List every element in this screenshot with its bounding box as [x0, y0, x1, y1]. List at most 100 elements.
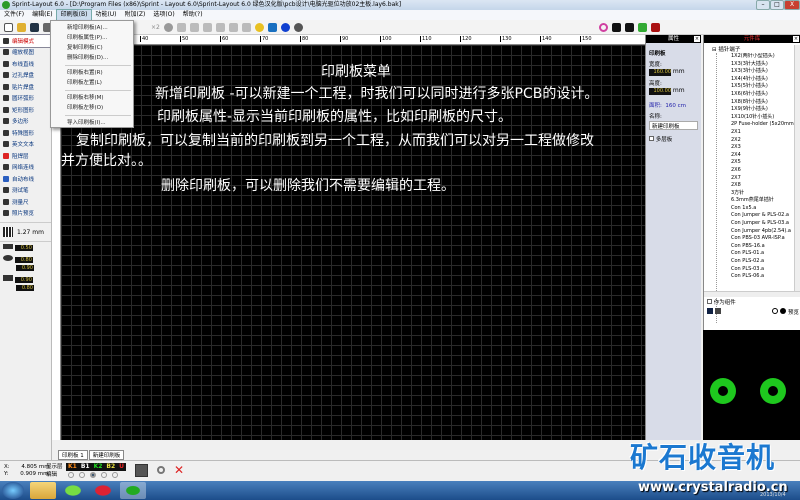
menu-item-move-right[interactable]: 印刷板右移(M): [51, 93, 133, 103]
horizontal-scrollbar[interactable]: [704, 291, 800, 297]
tool-8[interactable]: 特殊图形: [0, 127, 51, 139]
component-item[interactable]: 2X7: [731, 175, 800, 183]
sprint-layout-taskbar-icon[interactable]: [120, 482, 146, 499]
properties-close-button[interactable]: ×: [694, 36, 700, 42]
tool-5[interactable]: 圆环弧形: [0, 93, 51, 105]
width-input[interactable]: 160.00: [649, 69, 671, 76]
menu-item-delete-board[interactable]: 删除印刷板(D)...: [51, 53, 133, 63]
component-item[interactable]: 2X5: [731, 159, 800, 167]
component-item[interactable]: 2X8: [731, 182, 800, 190]
tool-14[interactable]: 测量尺: [0, 196, 51, 208]
tool-12[interactable]: 自动布线: [0, 173, 51, 185]
component-item[interactable]: 2X6: [731, 167, 800, 175]
menu-item-move-left[interactable]: 印刷板左移(O): [51, 103, 133, 113]
menu-functions[interactable]: 功能(U): [91, 10, 120, 20]
menu-item-import-board[interactable]: 导入印刷板(I)...: [51, 118, 133, 128]
grid-size[interactable]: 1.27 mm: [17, 229, 44, 236]
mirror-icon[interactable]: [176, 22, 186, 32]
ungroup-icon[interactable]: [215, 22, 225, 32]
component-item[interactable]: Con PLS-02.a: [731, 258, 800, 266]
menu-file[interactable]: 文件(F): [0, 10, 28, 20]
height-input[interactable]: 100.00: [649, 88, 671, 95]
rotate-icon[interactable]: [163, 22, 173, 32]
component-item[interactable]: Con PLS-06.a: [731, 273, 800, 281]
smd-height-value[interactable]: 0.80: [16, 285, 34, 291]
multilayer-checkbox[interactable]: [649, 136, 654, 141]
component-item[interactable]: 2X3: [731, 144, 800, 152]
preview-label[interactable]: 预览: [788, 310, 799, 316]
info-icon[interactable]: [280, 22, 290, 32]
tool-3[interactable]: 过孔焊盘: [0, 70, 51, 82]
layer2-icon[interactable]: [624, 22, 634, 32]
layer-toggle-b2[interactable]: B2: [104, 463, 117, 471]
component-item[interactable]: Con PLS-03.a: [731, 266, 800, 274]
save-component-icon[interactable]: [707, 308, 713, 314]
tool-0[interactable]: 编辑模式: [0, 34, 52, 48]
menu-item-board-left[interactable]: 印刷板左置(L): [51, 78, 133, 88]
tool-13[interactable]: 测试笔: [0, 185, 51, 197]
component-item[interactable]: 1X6(6针小插头): [731, 91, 800, 99]
start-button[interactable]: [2, 482, 24, 499]
tab-new-board[interactable]: 新建印刷板: [88, 450, 125, 460]
search-icon[interactable]: [254, 22, 264, 32]
tool-11[interactable]: 网络连线: [0, 162, 51, 174]
edit-layer-radio-k2[interactable]: [90, 472, 96, 478]
rubberband-icon[interactable]: [135, 464, 148, 477]
lock-icon[interactable]: [228, 22, 238, 32]
app-taskbar-icon[interactable]: [60, 482, 86, 499]
tool-6[interactable]: 矩形图形: [0, 104, 51, 116]
align-icon[interactable]: [189, 22, 199, 32]
component-item[interactable]: 1X10(10针小插头): [731, 114, 800, 122]
component-item[interactable]: 6.3mm燕尾单插针: [731, 197, 800, 205]
component-item[interactable]: 1X3(3针小插头): [731, 68, 800, 76]
layer4-icon[interactable]: [650, 22, 660, 32]
connect-icon[interactable]: [267, 22, 277, 32]
layer-toggle-k1[interactable]: K1: [66, 463, 79, 471]
tool-7[interactable]: 多边形: [0, 116, 51, 128]
menu-help[interactable]: 帮助(?): [179, 10, 207, 20]
layer-icon[interactable]: [611, 22, 621, 32]
menu-item-board-right[interactable]: 印刷板右置(R): [51, 68, 133, 78]
maximize-button[interactable]: □: [770, 0, 784, 10]
save-icon[interactable]: [30, 22, 39, 32]
zoom-x2-button[interactable]: ×2: [151, 24, 160, 31]
explorer-taskbar-icon[interactable]: [30, 482, 56, 499]
component-item[interactable]: 2X4: [731, 152, 800, 160]
menu-item-copy-board[interactable]: 复制印刷板(C): [51, 43, 133, 53]
layer-toggle-k2[interactable]: K2: [92, 463, 105, 471]
new-icon[interactable]: [4, 22, 13, 32]
component-item[interactable]: Con Jumper & PLS-02.a: [731, 212, 800, 220]
open-icon[interactable]: [17, 22, 26, 32]
tool-9[interactable]: 英文文本: [0, 139, 51, 151]
component-item[interactable]: Con PLS-01.a: [731, 250, 800, 258]
edit-layer-radio-u[interactable]: [112, 472, 118, 478]
library-close-button[interactable]: ×: [793, 36, 799, 42]
tool-1[interactable]: 缩放视图: [0, 47, 51, 59]
vertical-scrollbar[interactable]: [794, 45, 800, 295]
menu-edit[interactable]: 编辑(E): [28, 10, 56, 20]
component-item[interactable]: 1X9(9针小插头): [731, 106, 800, 114]
unlock-icon[interactable]: [241, 22, 251, 32]
grid-icon[interactable]: [3, 227, 13, 237]
minimize-button[interactable]: –: [756, 0, 770, 10]
pad-outer-value[interactable]: 0.80: [14, 257, 33, 263]
layer3-icon[interactable]: [637, 22, 647, 32]
menu-item-new-board[interactable]: 新增印刷板(A)...: [51, 23, 133, 33]
gear-icon[interactable]: [293, 22, 303, 32]
pcb-canvas[interactable]: 印刷板菜单 新增印刷板 -可以新建一个工程，时我们可以同时进行多张PCB的设计。…: [61, 45, 645, 440]
as-group-checkbox[interactable]: [707, 299, 712, 304]
component-item[interactable]: 2P Fuse-holder (5x20mm): [731, 121, 800, 129]
board-name-input[interactable]: 新建印刷板: [649, 121, 698, 130]
smd-width-value[interactable]: 0.90: [14, 277, 33, 283]
tool-10[interactable]: 阻焊层: [0, 150, 51, 162]
tab-board-1[interactable]: 印刷板 1: [58, 450, 88, 460]
layer-toggle-u[interactable]: U: [117, 463, 126, 471]
track-width-value[interactable]: 0.50: [14, 245, 33, 251]
component-item[interactable]: Con 1x5.a: [731, 205, 800, 213]
tool-2[interactable]: 布线直线: [0, 58, 51, 70]
group-icon[interactable]: [202, 22, 212, 32]
edit-layer-radio-b1[interactable]: [79, 472, 85, 478]
drc-off-icon[interactable]: ✕: [174, 464, 187, 477]
pad-inner-value[interactable]: 0.90: [16, 265, 34, 271]
component-item[interactable]: Con PBS-03 AVR-ISP.a: [731, 235, 800, 243]
